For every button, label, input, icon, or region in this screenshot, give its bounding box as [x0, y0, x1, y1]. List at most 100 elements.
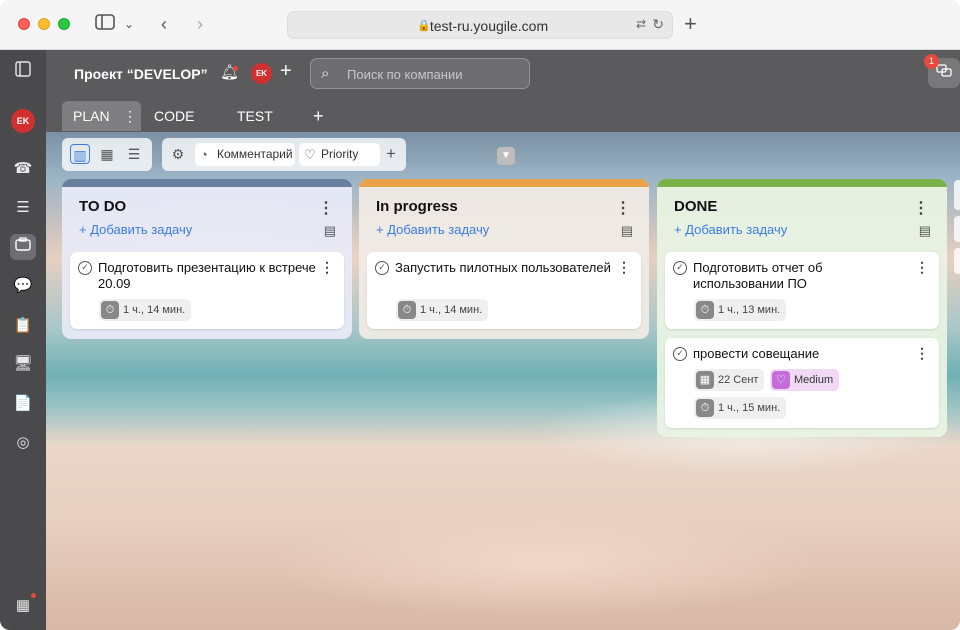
card-menu-icon[interactable]: ⋮	[915, 345, 929, 362]
gantt-view-icon[interactable]: ☰	[124, 144, 144, 164]
priority-filter-chip[interactable]: ♡ Priority ▼	[299, 143, 515, 166]
chevron-down-icon[interactable]: ⌄	[122, 14, 136, 34]
complete-checkbox[interactable]: ✓	[673, 261, 687, 275]
contacts-icon[interactable]: ☎	[10, 156, 36, 182]
view-switcher: ▥ ▦ ☰	[62, 138, 152, 171]
complete-checkbox[interactable]: ✓	[375, 261, 389, 275]
deadline-badge[interactable]: ▦ 22 Сент	[694, 369, 765, 391]
tab-plan[interactable]: PLAN ⋮	[62, 101, 141, 131]
board-view-icon[interactable]: ▥	[70, 144, 90, 164]
back-button[interactable]: ‹	[154, 14, 174, 34]
next-column-edge	[954, 216, 960, 242]
reload-icon[interactable]: ↻	[652, 16, 664, 33]
timer-badge[interactable]: ⏱ 1 ч., 13 мин.	[694, 299, 787, 321]
column-title[interactable]: In progress	[376, 198, 458, 215]
minimize-window-button[interactable]	[38, 18, 50, 30]
tab-code[interactable]: CODE	[154, 101, 194, 131]
task-title: Подготовить презентацию к встрече 20.09	[98, 260, 316, 291]
screen-icon[interactable]: 🖥	[10, 351, 36, 377]
tab-label: TEST	[237, 108, 273, 124]
chat-badge: 1	[924, 54, 939, 69]
deadline-value: 22 Сент	[718, 374, 759, 386]
stopwatch-icon: ⏱	[696, 301, 714, 319]
member-avatar[interactable]: EK	[251, 63, 272, 84]
stopwatch-icon: ⏱	[101, 301, 119, 319]
task-list-icon[interactable]: ☰	[10, 195, 36, 221]
next-column-edge	[954, 180, 960, 210]
card-menu-icon[interactable]: ⋮	[915, 259, 929, 276]
priority-value: Medium	[794, 374, 834, 386]
translate-icon[interactable]: ⇄	[636, 17, 646, 31]
collapse-sidebar-icon[interactable]	[10, 60, 36, 86]
card-menu-icon[interactable]: ⋮	[617, 259, 631, 276]
task-card[interactable]: ✓ Подготовить отчет об использовании ПО …	[665, 252, 939, 329]
add-tab-button[interactable]: +	[313, 101, 324, 131]
column-color-stripe	[62, 179, 352, 187]
next-column-edge	[954, 248, 960, 274]
user-avatar[interactable]: EK	[11, 109, 35, 133]
comment-filter-chip[interactable]: ◔ Комментарий	[195, 143, 295, 166]
filter-funnel-icon[interactable]: ▼	[497, 147, 515, 165]
column-title[interactable]: TO DO	[79, 198, 126, 215]
left-sidebar: EK ☎ ☰ 💬 📋 🖥 📄 ◎ ▦	[0, 50, 46, 630]
column-settings-icon[interactable]: ▤	[621, 223, 633, 239]
column-todo: TO DO ⋮ + Добавить задачу ▤ ✓ Подготовит…	[62, 179, 352, 339]
settings-gear-icon[interactable]: ⚙	[168, 144, 188, 164]
tab-menu-icon[interactable]: ⋮	[123, 101, 137, 131]
chats-icon[interactable]: 💬	[10, 273, 36, 299]
add-task-label: Добавить задачу	[90, 222, 193, 237]
zoom-window-button[interactable]	[58, 18, 70, 30]
timer-value: 1 ч., 15 мин.	[718, 402, 781, 414]
complete-checkbox[interactable]: ✓	[673, 347, 687, 361]
task-card[interactable]: ✓ провести совещание ⋮ ▦ 22 Сент ♡ Mediu…	[665, 338, 939, 428]
sidebar-toggle-icon[interactable]	[94, 14, 116, 34]
url-text: test-ru.yougile.com	[429, 18, 549, 34]
reports-icon[interactable]: 📋	[10, 313, 36, 339]
column-settings-icon[interactable]: ▤	[324, 223, 336, 239]
add-member-button[interactable]: +	[280, 60, 292, 83]
new-tab-button[interactable]: +	[684, 11, 697, 37]
search-icon: ⌕	[321, 65, 330, 82]
add-filter-button[interactable]: +	[381, 144, 401, 164]
column-settings-icon[interactable]: ▤	[919, 223, 931, 239]
timer-badge[interactable]: ⏱ 1 ч., 14 мин.	[396, 299, 489, 321]
task-title: провести совещание	[693, 346, 820, 361]
complete-checkbox[interactable]: ✓	[78, 261, 92, 275]
search-placeholder: Поиск по компании	[347, 67, 463, 82]
task-title: Подготовить отчет об использовании ПО	[693, 260, 823, 291]
forward-button[interactable]: ›	[190, 14, 210, 34]
notification-dot	[31, 593, 36, 598]
column-menu-icon[interactable]: ⋮	[913, 198, 929, 218]
column-in-progress: In progress ⋮ + Добавить задачу ▤ ✓ Запу…	[359, 179, 649, 339]
browser-toolbar: ⌄ ‹ › 🔒 test-ru.yougile.com ⇄ ↻ +	[0, 0, 960, 50]
browser-window: ⌄ ‹ › 🔒 test-ru.yougile.com ⇄ ↻ + EK ☎ ☰…	[0, 0, 960, 630]
calendar-view-icon[interactable]: ▦	[97, 144, 117, 164]
heart-icon: ♡	[304, 147, 316, 162]
tab-test[interactable]: TEST	[237, 101, 273, 131]
projects-icon[interactable]	[10, 234, 36, 260]
add-task-button[interactable]: + Добавить задачу	[79, 222, 192, 237]
add-task-button[interactable]: + Добавить задачу	[674, 222, 787, 237]
task-card[interactable]: ✓ Подготовить презентацию к встрече 20.0…	[70, 252, 344, 329]
timer-badge[interactable]: ⏱ 1 ч., 14 мин.	[99, 299, 192, 321]
search-input[interactable]: ⌕ Поиск по компании	[310, 58, 530, 89]
knowledge-base-icon[interactable]: 📄	[10, 391, 36, 417]
column-color-stripe	[359, 179, 649, 187]
column-color-stripe	[657, 179, 947, 187]
timer-badge[interactable]: ⏱ 1 ч., 15 мин.	[694, 397, 787, 419]
column-menu-icon[interactable]: ⋮	[318, 198, 334, 218]
close-window-button[interactable]	[18, 18, 30, 30]
project-header: Проект “DEVELOP” 🔔︎ EK + ⌕ Поиск по комп…	[46, 50, 960, 132]
tab-label: PLAN	[73, 108, 110, 124]
priority-badge[interactable]: ♡ Medium	[770, 369, 840, 391]
task-card[interactable]: ✓ Запустить пилотных пользователей ⋮ ⏱ 1…	[367, 252, 641, 329]
column-title[interactable]: DONE	[674, 198, 717, 215]
address-bar[interactable]: 🔒 test-ru.yougile.com ⇄ ↻	[287, 11, 673, 39]
column-menu-icon[interactable]: ⋮	[615, 198, 631, 218]
card-menu-icon[interactable]: ⋮	[320, 259, 334, 276]
chip-label: Комментарий	[217, 147, 293, 161]
board-toolbar: ⚙ ◔ Комментарий ♡ Priority ▼ +	[162, 138, 515, 171]
add-task-button[interactable]: + Добавить задачу	[376, 222, 489, 237]
project-title[interactable]: Проект “DEVELOP”	[74, 66, 208, 82]
help-icon[interactable]: ◎	[10, 430, 36, 456]
